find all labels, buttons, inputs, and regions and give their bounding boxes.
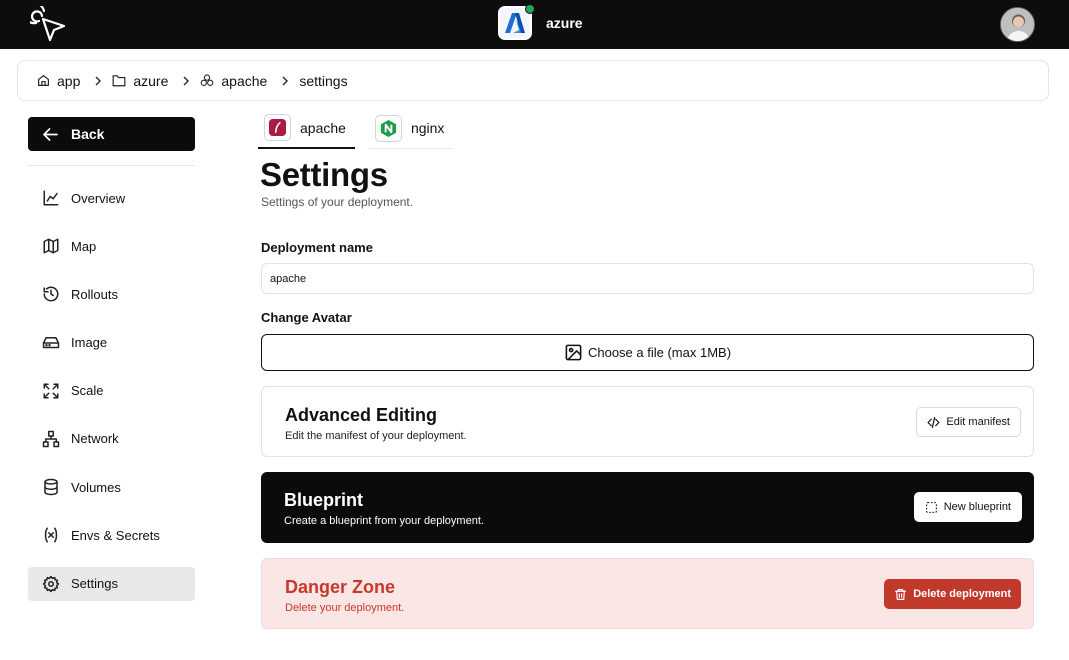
breadcrumb-item-apache[interactable]: apache — [200, 73, 267, 89]
home-icon — [38, 75, 49, 86]
chevron-right-icon — [281, 75, 289, 86]
dashed-square-icon — [925, 501, 937, 513]
azure-logo-icon — [498, 4, 535, 40]
gear-icon — [42, 575, 60, 592]
danger-zone-title: Danger Zone — [285, 577, 396, 597]
chevron-right-icon — [94, 75, 102, 86]
sidebar-divider — [28, 165, 195, 166]
tab-apache[interactable]: apache — [258, 108, 355, 149]
status-dot — [525, 4, 535, 14]
tab-nginx[interactable]: nginx — [368, 108, 454, 149]
page-subtitle: Settings of your deployment. — [261, 195, 414, 209]
image-icon — [565, 344, 582, 361]
advanced-editing-card: Advanced Editing Edit the manifest of yo… — [261, 386, 1034, 457]
breadcrumb-item-azure[interactable]: azure — [112, 73, 168, 89]
sidebar-nav: Overview Map Rollouts Image Scale Networ… — [28, 181, 195, 615]
deployment-tabs: apache nginx — [258, 108, 454, 149]
sidebar-item-network[interactable]: Network — [28, 422, 195, 456]
back-button[interactable]: Back — [28, 117, 195, 151]
sidebar-item-settings[interactable]: Settings — [28, 566, 195, 601]
sidebar-item-map[interactable]: Map — [28, 229, 195, 263]
blueprint-desc: Create a blueprint from your deployment. — [284, 515, 484, 527]
code-icon — [927, 416, 940, 428]
danger-zone-desc: Delete your deployment. — [285, 602, 405, 614]
change-avatar-label: Change Avatar — [261, 310, 352, 325]
map-icon — [43, 238, 59, 254]
deployment-name-input[interactable] — [261, 263, 1034, 294]
sidebar-item-envs-secrets[interactable]: Envs & Secrets — [28, 518, 195, 552]
choose-file-button[interactable]: Choose a file (max 1MB) — [261, 334, 1034, 371]
boxes-icon — [201, 74, 214, 86]
chevron-right-icon — [182, 75, 190, 86]
sidebar-item-overview[interactable]: Overview — [28, 181, 195, 215]
variable-icon — [44, 527, 58, 543]
sidebar-item-image[interactable]: Image — [28, 326, 195, 360]
sidebar-item-rollouts[interactable]: Rollouts — [28, 277, 195, 311]
breadcrumb-item-app[interactable]: app — [37, 73, 80, 89]
hard-drive-icon — [42, 336, 60, 348]
chart-line-icon — [43, 190, 59, 206]
expand-icon — [43, 383, 59, 399]
edit-manifest-button[interactable]: Edit manifest — [916, 407, 1021, 437]
database-icon — [44, 478, 58, 496]
breadcrumb: app azure apache settings — [17, 60, 1049, 101]
arrow-left-icon — [43, 127, 58, 141]
project-switcher[interactable]: azure — [498, 4, 583, 40]
delete-deployment-button[interactable]: Delete deployment — [884, 579, 1021, 609]
deployment-name-label: Deployment name — [261, 240, 373, 255]
advanced-editing-title: Advanced Editing — [285, 405, 438, 425]
blueprint-title: Blueprint — [284, 490, 363, 510]
sidebar-item-scale[interactable]: Scale — [28, 374, 195, 408]
cursor-click-icon[interactable] — [23, 2, 68, 44]
project-name: azure — [546, 15, 583, 31]
page-title: Settings — [260, 156, 388, 193]
history-icon — [43, 286, 59, 302]
trash-icon — [895, 588, 907, 600]
advanced-editing-desc: Edit the manifest of your deployment. — [285, 430, 467, 442]
breadcrumb-item-settings: settings — [299, 72, 348, 89]
user-avatar[interactable] — [1000, 7, 1035, 42]
nginx-icon — [374, 114, 402, 142]
danger-zone-card: Danger Zone Delete your deployment. Dele… — [261, 558, 1034, 629]
network-icon — [42, 430, 60, 448]
sidebar-item-volumes[interactable]: Volumes — [28, 470, 195, 504]
blueprint-card: Blueprint Create a blueprint from your d… — [261, 472, 1034, 543]
apache-icon — [264, 114, 291, 141]
new-blueprint-button[interactable]: New blueprint — [913, 492, 1022, 522]
top-bar: azure — [0, 0, 1069, 49]
folder-icon — [112, 75, 126, 87]
